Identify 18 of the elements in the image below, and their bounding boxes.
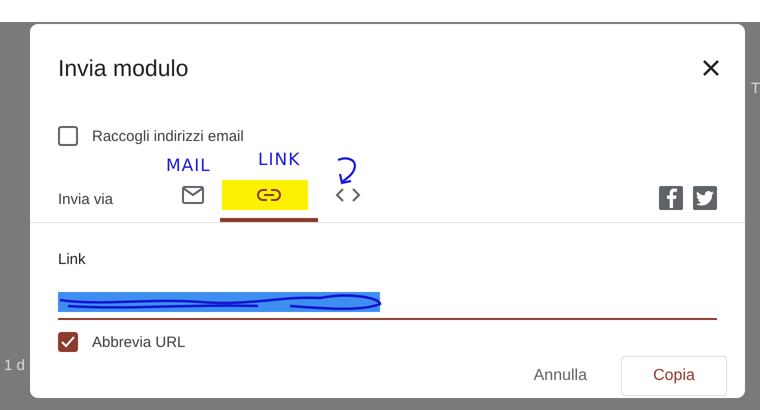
checkbox[interactable] xyxy=(58,126,78,146)
checkbox[interactable] xyxy=(58,332,78,352)
twitter-icon[interactable] xyxy=(693,186,717,210)
checkbox-label: Raccogli indirizzi email xyxy=(92,128,244,144)
dialog-title: Invia modulo xyxy=(58,54,188,82)
mail-icon xyxy=(181,185,205,205)
handwritten-note: MAIL xyxy=(166,156,211,176)
link-icon xyxy=(257,189,281,201)
code-icon xyxy=(335,187,361,203)
background-text: 1 d xyxy=(4,357,25,374)
checkbox-label: Abbrevia URL xyxy=(92,334,186,350)
send-via-label: Invia via xyxy=(58,191,114,210)
facebook-icon[interactable] xyxy=(659,186,683,210)
background-text: T xyxy=(750,80,760,97)
copy-button[interactable]: Copia xyxy=(621,356,727,396)
cancel-button[interactable]: Annulla xyxy=(528,366,593,386)
link-label: Link xyxy=(58,251,87,268)
handwritten-note: LINK xyxy=(258,150,300,170)
